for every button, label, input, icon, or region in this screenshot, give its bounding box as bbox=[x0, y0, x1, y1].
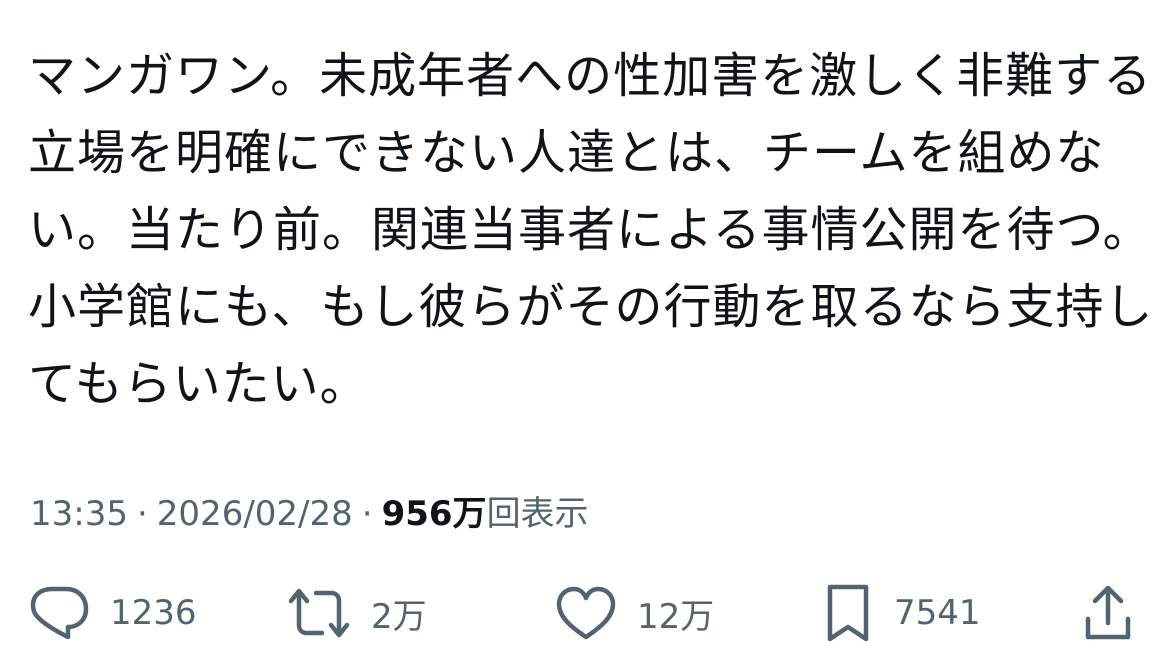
tweet-text-line: 小学館にも、もし彼らがその行動を取るなら支持し bbox=[28, 279, 1154, 335]
bookmark-count: 7541 bbox=[894, 593, 981, 633]
tweet-text-line: 立場を明確にできない人達とは、チームを組めな bbox=[28, 125, 1105, 181]
reply-count: 1236 bbox=[110, 593, 197, 633]
tweet-time[interactable]: 13:35 bbox=[30, 494, 128, 534]
tweet-date[interactable]: 2026/02/28 bbox=[157, 494, 353, 534]
retweet-button[interactable]: 2万 bbox=[287, 578, 427, 648]
views-label: 回表示 bbox=[486, 494, 589, 534]
retweet-arrows-icon bbox=[287, 585, 351, 641]
meta-separator: · bbox=[136, 494, 148, 534]
like-button[interactable]: 12万 bbox=[555, 578, 714, 648]
tweet-text-line: い。当たり前。関連当事者による事情公開を待つ。 bbox=[28, 202, 1152, 258]
share-button[interactable] bbox=[1082, 578, 1134, 648]
reply-button[interactable]: 1236 bbox=[30, 578, 197, 648]
speech-bubble-icon bbox=[30, 585, 90, 641]
tweet-meta: 13:35 · 2026/02/28 · 956万回表示 bbox=[30, 488, 589, 540]
tweet-text-line: マンガワン。未成年者への性加害を激しく非難する bbox=[28, 48, 1153, 104]
action-bar: 1236 2万 12万 7541 bbox=[0, 578, 1170, 648]
meta-separator: · bbox=[361, 494, 373, 534]
tweet-text-line: てもらいたい。 bbox=[28, 356, 369, 412]
tweet-text: マンガワン。未成年者への性加害を激しく非難する 立場を明確にできない人達とは、チ… bbox=[28, 38, 1154, 423]
heart-icon bbox=[555, 585, 617, 641]
bookmark-button[interactable]: 7541 bbox=[822, 578, 981, 648]
retweet-count: 2万 bbox=[371, 596, 427, 637]
views-count: 956万 bbox=[381, 494, 487, 534]
share-upload-icon bbox=[1082, 583, 1134, 643]
bookmark-icon bbox=[822, 583, 874, 643]
like-count: 12万 bbox=[637, 596, 715, 637]
